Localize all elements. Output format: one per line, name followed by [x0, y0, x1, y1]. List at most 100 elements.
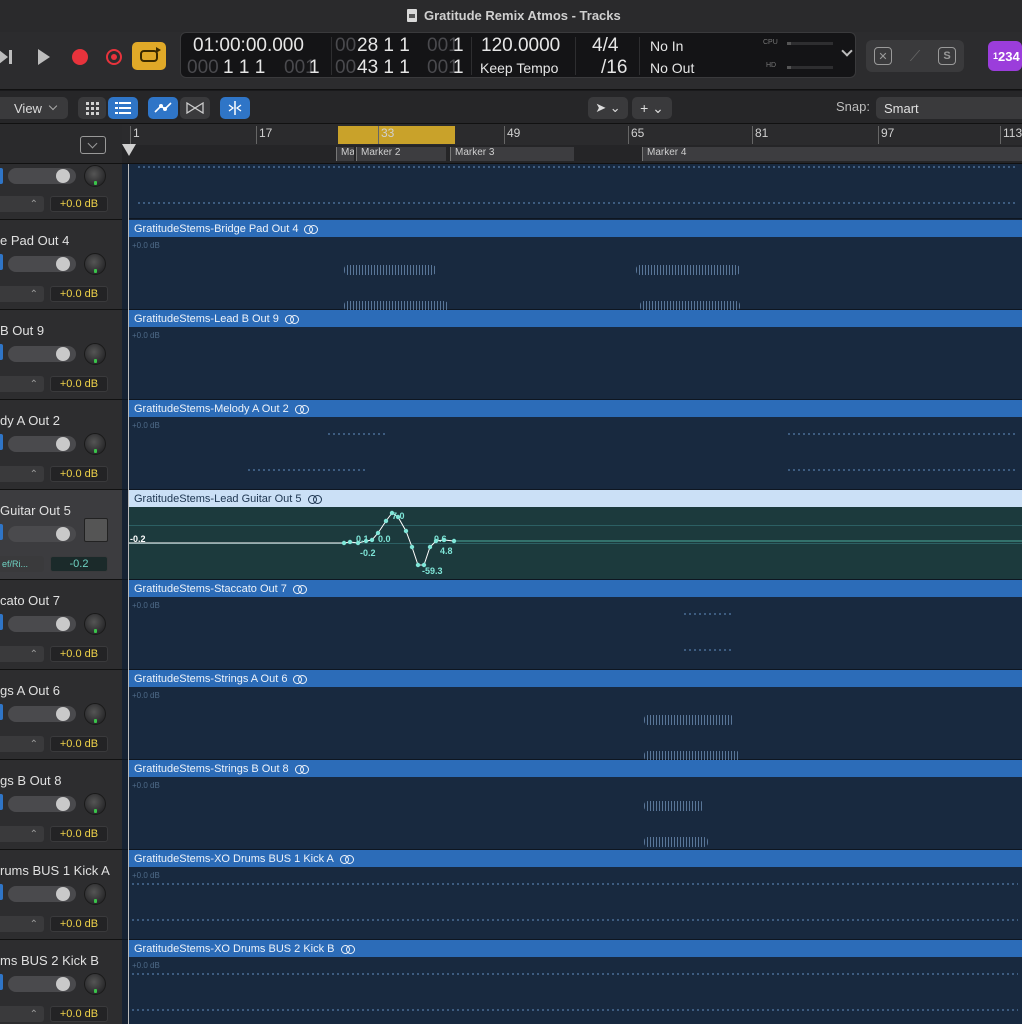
volume-value[interactable]: +0.0 dB: [50, 1006, 108, 1022]
volume-fader[interactable]: [8, 886, 76, 902]
send-selector[interactable]: ⌃: [0, 196, 44, 212]
marker-track[interactable]: Ma Marker 2 Marker 3 Marker 4: [122, 145, 1022, 163]
audio-region[interactable]: +0.0 dB: [128, 597, 1022, 669]
automation-node[interactable]: [369, 537, 375, 543]
track-name[interactable]: dy A Out 2: [0, 413, 60, 428]
send-selector[interactable]: ⌃: [0, 466, 44, 482]
region-header[interactable]: GratitudeStems-Strings A Out 6: [128, 670, 1022, 687]
send-selector[interactable]: ⌃: [0, 646, 44, 662]
audio-region[interactable]: +0.0 dB: [128, 687, 1022, 761]
volume-value[interactable]: +0.0 dB: [50, 646, 108, 662]
volume-fader[interactable]: [8, 168, 76, 184]
record-button[interactable]: [70, 44, 90, 70]
track-header[interactable]: Guitar Out 5 ef/Ri... -0.2: [0, 490, 122, 580]
tempo-value[interactable]: 120.0000: [481, 35, 560, 57]
region-header[interactable]: GratitudeStems-XO Drums BUS 1 Kick A: [128, 850, 1022, 867]
chevron-down-icon[interactable]: [841, 45, 853, 57]
automation-button[interactable]: [148, 97, 178, 119]
solo-button[interactable]: S: [938, 47, 956, 65]
tuner-button[interactable]: ⟋: [906, 47, 924, 65]
playhead-icon[interactable]: [122, 144, 136, 156]
pan-knob[interactable]: [84, 793, 106, 815]
arrange-area[interactable]: GratitudeStems-Bridge Pad Out 4 +0.0 dB Gr…: [122, 164, 1022, 1024]
volume-fader[interactable]: [8, 976, 76, 992]
right-locator[interactable]: 43 1 1: [357, 57, 410, 79]
secondary-tool-menu[interactable]: + ⌄: [632, 97, 672, 119]
track-lane[interactable]: GratitudeStems-Lead B Out 9 +0.0 dB: [122, 310, 1022, 400]
audio-region[interactable]: +0.0 dB: [128, 417, 1022, 489]
automation-node[interactable]: [403, 528, 409, 534]
send-selector[interactable]: ⌃: [0, 826, 44, 842]
catch-content-icon[interactable]: [80, 136, 106, 154]
pointer-tool-menu[interactable]: ➤ ⌄: [588, 97, 628, 119]
marker[interactable]: Marker 3: [450, 147, 574, 161]
region-header[interactable]: GratitudeStems-Bridge Pad Out 4: [128, 220, 1022, 237]
division[interactable]: /16: [601, 57, 627, 79]
send-selector[interactable]: ⌃: [0, 1006, 44, 1022]
track-header[interactable]: cato Out 7 ⌃ +0.0 dB: [0, 580, 122, 670]
send-selector[interactable]: ⌃: [0, 916, 44, 932]
forward-button[interactable]: [0, 44, 16, 70]
capture-recording-button[interactable]: [104, 44, 124, 70]
audio-region[interactable]: +0.0 dB: [128, 867, 1022, 939]
pan-knob[interactable]: [84, 613, 106, 635]
automation-curve[interactable]: [128, 507, 1022, 579]
track-header[interactable]: e Pad Out 4 ⌃ +0.0 dB: [0, 220, 122, 310]
volume-value[interactable]: -0.2: [50, 556, 108, 572]
tempo-mode[interactable]: Keep Tempo: [480, 60, 558, 76]
track-header[interactable]: gs B Out 8 ⌃ +0.0 dB: [0, 760, 122, 850]
track-lane[interactable]: GratitudeStems-Strings A Out 6 +0.0 dB: [122, 670, 1022, 761]
pan-knob[interactable]: [84, 883, 106, 905]
bar-ruler[interactable]: 1 17 33 49 65 81 97 113 Ma Marker 2 Marker 3 Marke…: [122, 124, 1022, 164]
track-lane[interactable]: GratitudeStems-Staccato Out 7 +0.0 dB: [122, 580, 1022, 670]
volume-fader[interactable]: [8, 256, 76, 272]
region-header[interactable]: GratitudeStems-Lead B Out 9: [128, 310, 1022, 327]
region-header[interactable]: GratitudeStems-Lead Guitar Out 5: [128, 490, 1022, 507]
track-header[interactable]: rums BUS 1 Kick A ⌃ +0.0 dB: [0, 850, 122, 940]
automation-node[interactable]: [383, 518, 389, 524]
track-lane[interactable]: GratitudeStems-Lead Guitar Out 5 -0.2 0.1 0…: [122, 490, 1022, 580]
volume-value[interactable]: +0.0 dB: [50, 286, 108, 302]
automation-node[interactable]: [347, 539, 353, 545]
volume-value[interactable]: +0.0 dB: [50, 736, 108, 752]
track-header[interactable]: ms BUS 2 Kick B ⌃ +0.0 dB: [0, 940, 122, 1024]
list-view-button[interactable]: [108, 97, 138, 119]
automation-node[interactable]: [415, 562, 421, 568]
track-lane[interactable]: GratitudeStems-XO Drums BUS 2 Kick B +0.0…: [122, 940, 1022, 1024]
pan-knob[interactable]: [84, 165, 106, 187]
track-header[interactable]: B Out 9 ⌃ +0.0 dB: [0, 310, 122, 400]
close-editor-button[interactable]: ✕: [874, 47, 892, 65]
automation-node[interactable]: [451, 538, 457, 544]
region-header[interactable]: GratitudeStems-Melody A Out 2: [128, 400, 1022, 417]
region-header[interactable]: GratitudeStems-XO Drums BUS 2 Kick B: [128, 940, 1022, 957]
track-lane[interactable]: GratitudeStems-Melody A Out 2 +0.0 dB: [122, 400, 1022, 490]
region-header[interactable]: GratitudeStems-Staccato Out 7: [128, 580, 1022, 597]
volume-value[interactable]: +0.0 dB: [50, 466, 108, 482]
track-name[interactable]: rums BUS 1 Kick A: [0, 863, 110, 878]
audio-region[interactable]: +0.0 dB: [128, 237, 1022, 311]
pan-knob[interactable]: [84, 703, 106, 725]
pan-knob[interactable]: [84, 433, 106, 455]
automation-mode-box[interactable]: [84, 518, 108, 542]
snap-select[interactable]: Smart: [876, 97, 1022, 119]
lcd-display[interactable]: 01:00:00.000 000 1 1 1 001 1 00 28 1 1 0…: [180, 32, 856, 78]
send-selector[interactable]: ⌃: [0, 286, 44, 302]
play-button[interactable]: [34, 44, 54, 70]
region-top-partial[interactable]: [128, 164, 1022, 219]
track-header[interactable]: gs A Out 6 ⌃ +0.0 dB: [0, 670, 122, 760]
volume-value[interactable]: +0.0 dB: [50, 196, 108, 212]
time-signature[interactable]: 4/4: [592, 35, 618, 57]
volume-fader[interactable]: [8, 706, 76, 722]
marker[interactable]: Marker 4: [642, 147, 1022, 161]
view-menu[interactable]: View: [0, 97, 68, 119]
volume-fader[interactable]: [8, 436, 76, 452]
track-name[interactable]: B Out 9: [0, 323, 44, 338]
automation-node[interactable]: [341, 540, 347, 546]
volume-fader[interactable]: [8, 796, 76, 812]
volume-fader[interactable]: [8, 616, 76, 632]
track-header-top-partial[interactable]: ⌃ +0.0 dB: [0, 164, 122, 220]
cycle-button[interactable]: [132, 42, 166, 70]
send-selector[interactable]: ⌃: [0, 736, 44, 752]
automation-parameter[interactable]: ef/Ri...: [0, 556, 44, 572]
marker[interactable]: Ma: [336, 147, 354, 161]
